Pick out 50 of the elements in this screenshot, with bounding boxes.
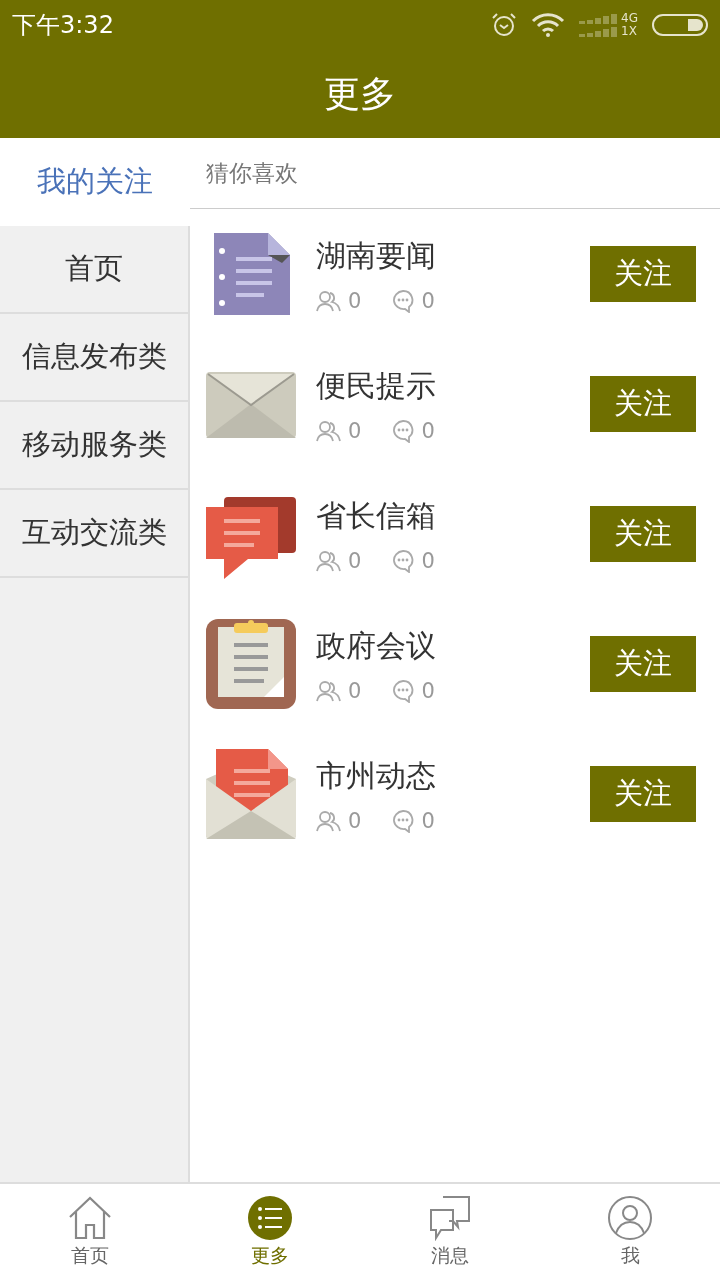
battery-icon xyxy=(652,14,708,36)
nav-tab[interactable]: 我 xyxy=(540,1184,720,1280)
channel-name: 省长信箱 xyxy=(316,496,437,535)
comment-count: 0 xyxy=(421,678,435,703)
nav-tab[interactable]: 首页 xyxy=(0,1184,180,1280)
comment-icon xyxy=(391,678,416,703)
people-icon xyxy=(316,679,342,702)
channel-name: 湖南要闻 xyxy=(316,236,437,275)
messages-icon xyxy=(427,1195,473,1241)
people-icon xyxy=(316,289,342,312)
follower-count: 0 xyxy=(348,418,362,443)
people-icon xyxy=(316,419,342,442)
comment-count: 0 xyxy=(421,288,435,313)
comment-icon xyxy=(391,288,416,313)
comment-count: 0 xyxy=(421,808,435,833)
follow-button[interactable]: 关注 xyxy=(590,506,696,562)
follower-count: 0 xyxy=(348,808,362,833)
nav-tab[interactable]: 消息 xyxy=(360,1184,540,1280)
follower-count: 0 xyxy=(348,288,362,313)
channel-name: 便民提示 xyxy=(316,366,437,405)
comment-count: 0 xyxy=(421,548,435,573)
signal-icon xyxy=(579,13,618,37)
nav-tab[interactable]: 更多 xyxy=(180,1184,360,1280)
channel-name: 市州动态 xyxy=(316,756,437,795)
status-time: 下午3:32 xyxy=(12,10,115,41)
comment-icon xyxy=(391,418,416,443)
network-type: 1X xyxy=(621,25,638,38)
comment-icon xyxy=(391,548,416,573)
home-icon xyxy=(67,1195,113,1241)
clipboard-icon xyxy=(206,619,296,709)
list-icon xyxy=(247,1195,293,1241)
comment-count: 0 xyxy=(421,418,435,443)
follower-count: 0 xyxy=(348,678,362,703)
sidebar-tab[interactable]: 我的关注 xyxy=(0,138,190,226)
people-icon xyxy=(316,809,342,832)
wifi-icon xyxy=(531,13,566,37)
section-title: 猜你喜欢 xyxy=(206,158,298,188)
network-type: 4G xyxy=(621,12,638,25)
page-title: 更多 xyxy=(324,71,396,116)
follow-button[interactable]: 关注 xyxy=(590,766,696,822)
letter-icon xyxy=(206,749,296,839)
people-icon xyxy=(316,549,342,572)
channel-name: 政府会议 xyxy=(316,626,437,665)
alarm-icon xyxy=(491,12,518,38)
follow-button[interactable]: 关注 xyxy=(590,636,696,692)
follower-count: 0 xyxy=(348,548,362,573)
profile-icon xyxy=(607,1195,653,1241)
follow-button[interactable]: 关注 xyxy=(590,246,696,302)
follow-button[interactable]: 关注 xyxy=(590,376,696,432)
comment-icon xyxy=(391,808,416,833)
